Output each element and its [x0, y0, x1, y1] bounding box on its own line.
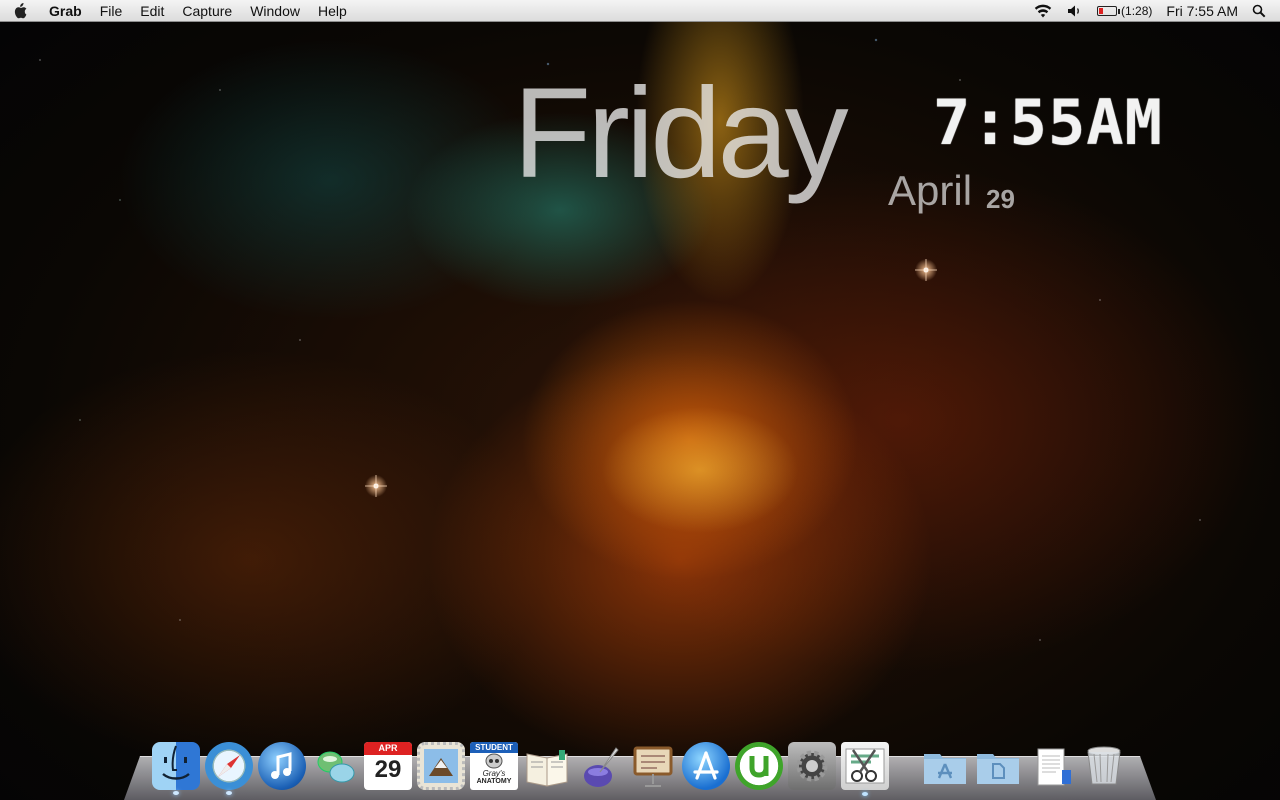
calendar-month: APR [364, 742, 412, 755]
grays-anatomy-title-1: Gray's [482, 769, 506, 778]
grays-anatomy-title-2: ANATOMY [476, 778, 512, 785]
book-icon[interactable] [523, 742, 571, 790]
widget-month: April [888, 167, 973, 214]
wifi-icon[interactable] [1026, 0, 1060, 22]
safari-icon[interactable] [205, 742, 253, 790]
menu-bar: Grab File Edit Capture Window Help (1:28… [0, 0, 1280, 22]
grays-anatomy-banner: STUDENT [470, 742, 518, 753]
grays-anatomy-icon[interactable]: STUDENT Gray's ANATOMY [470, 742, 518, 790]
finder-icon[interactable] [152, 742, 200, 790]
document-stack-icon[interactable] [1027, 742, 1075, 790]
dock: APR 29 STUDENT Gray's ANATOMY [152, 732, 1133, 796]
mail-stamp-icon[interactable] [417, 742, 465, 790]
trash-icon[interactable] [1080, 742, 1128, 790]
menubar-clock[interactable]: Fri 7:55 AM [1159, 0, 1245, 22]
utorrent-icon[interactable] [735, 742, 783, 790]
skull-icon [485, 753, 503, 769]
battery-icon [1097, 5, 1121, 16]
widget-time: 7:55AM [933, 86, 1163, 159]
calendar-day: 29 [374, 756, 402, 783]
itunes-icon[interactable] [258, 742, 306, 790]
volume-icon[interactable] [1060, 0, 1090, 22]
spotlight-search-icon[interactable] [1245, 0, 1280, 22]
menu-file[interactable]: File [91, 0, 132, 22]
chat-bubbles-icon[interactable] [311, 742, 359, 790]
battery-status[interactable]: (1:28) [1090, 0, 1159, 22]
grab-scissors-icon[interactable] [841, 742, 889, 796]
apple-menu-icon[interactable] [0, 0, 40, 22]
menu-capture[interactable]: Capture [173, 0, 241, 22]
widget-date: 29 [986, 184, 1015, 214]
app-store-icon[interactable] [682, 742, 730, 790]
widget-day: Friday [513, 62, 849, 205]
calendar-icon[interactable]: APR 29 [364, 742, 412, 790]
app-menu-grab[interactable]: Grab [40, 0, 91, 22]
status-area: (1:28) Fri 7:55 AM [1026, 0, 1280, 22]
quill-ink-icon[interactable] [576, 742, 624, 790]
keynote-icon[interactable] [629, 742, 677, 790]
applications-folder-icon[interactable] [921, 742, 969, 790]
battery-time: (1:28) [1121, 3, 1153, 18]
menu-window[interactable]: Window [241, 0, 309, 22]
wallpaper-star-flare [364, 474, 388, 498]
documents-folder-icon[interactable] [974, 742, 1022, 790]
menu-edit[interactable]: Edit [131, 0, 173, 22]
menu-help[interactable]: Help [309, 0, 356, 22]
wallpaper-star-flare [914, 258, 938, 282]
system-preferences-icon[interactable] [788, 742, 836, 790]
dock-separator [904, 742, 905, 790]
